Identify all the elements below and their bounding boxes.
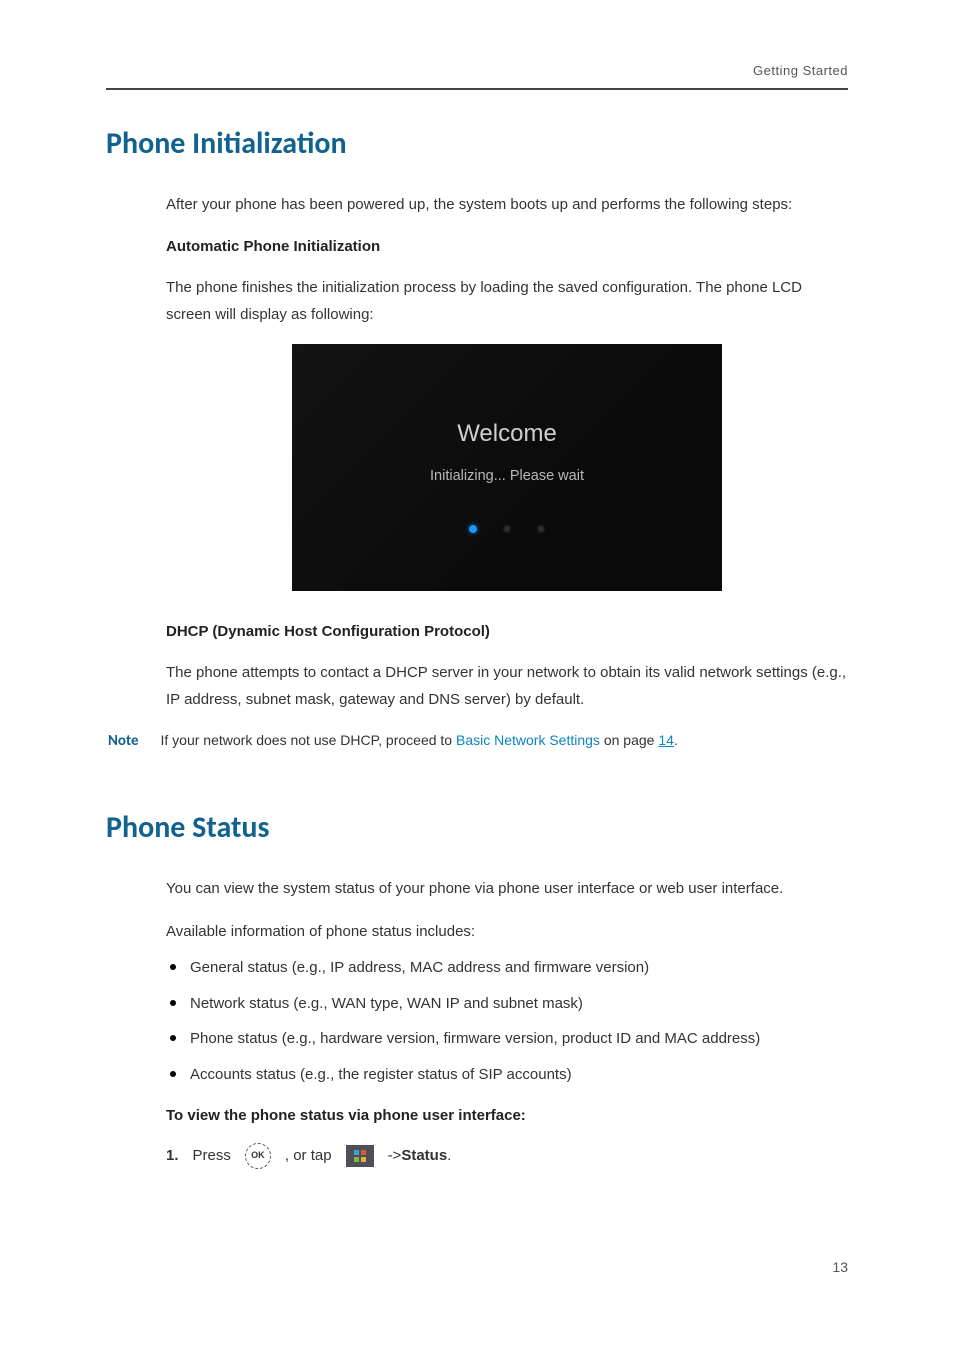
lcd-progress-dots (292, 525, 722, 591)
progress-dot-icon (469, 525, 477, 533)
note-text-suffix: . (674, 732, 678, 748)
page-number: 13 (832, 1256, 848, 1280)
dhcp-paragraph: The phone attempts to contact a DHCP ser… (166, 659, 848, 713)
step-1-row: 1. Press OK , or tap ->Status. (166, 1143, 848, 1169)
step-text-or-tap: , or tap (285, 1143, 332, 1169)
step-number: 1. (166, 1143, 179, 1169)
subhead-auto-init: Automatic Phone Initialization (166, 234, 848, 260)
section-title-phone-initialization: Phone Initialization (106, 118, 848, 169)
status-bullet-list: General status (e.g., IP address, MAC ad… (166, 955, 848, 1087)
note-block: Note If your network does not use DHCP, … (108, 729, 848, 755)
running-header: Getting Started (106, 60, 848, 88)
list-item: Phone status (e.g., hardware version, fi… (166, 1026, 848, 1052)
subhead-dhcp: DHCP (Dynamic Host Configuration Protoco… (166, 619, 848, 645)
list-item: Accounts status (e.g., the register stat… (166, 1062, 848, 1088)
note-text-middle: on page (604, 732, 659, 748)
list-item: General status (e.g., IP address, MAC ad… (166, 955, 848, 981)
lcd-welcome-text: Welcome (292, 412, 722, 455)
note-text-prefix: If your network does not use DHCP, proce… (161, 732, 456, 748)
apps-grid-icon (346, 1145, 374, 1167)
note-label: Note (108, 729, 139, 755)
link-page-14[interactable]: 14 (658, 732, 674, 748)
link-basic-network-settings[interactable]: Basic Network Settings (456, 732, 600, 748)
intro-paragraph: After your phone has been powered up, th… (166, 191, 848, 218)
auto-init-paragraph: The phone finishes the initialization pr… (166, 274, 848, 328)
progress-dot-icon (537, 525, 545, 533)
note-body: If your network does not use DHCP, proce… (161, 730, 678, 751)
status-available-paragraph: Available information of phone status in… (166, 918, 848, 945)
step-text-press: Press (193, 1143, 231, 1169)
step-arrow: -> (388, 1147, 402, 1164)
ok-button-icon: OK (245, 1143, 271, 1169)
header-rule (106, 88, 848, 90)
progress-dot-icon (503, 525, 511, 533)
step-period: . (447, 1147, 451, 1164)
step-status-word: Status (401, 1147, 447, 1164)
subhead-howto-view-status: To view the phone status via phone user … (166, 1103, 848, 1129)
section-title-phone-status: Phone Status (106, 802, 848, 853)
phone-lcd-mock: Welcome Initializing... Please wait (292, 344, 722, 591)
lcd-initializing-text: Initializing... Please wait (292, 464, 722, 489)
status-intro-paragraph: You can view the system status of your p… (166, 875, 848, 902)
list-item: Network status (e.g., WAN type, WAN IP a… (166, 991, 848, 1017)
